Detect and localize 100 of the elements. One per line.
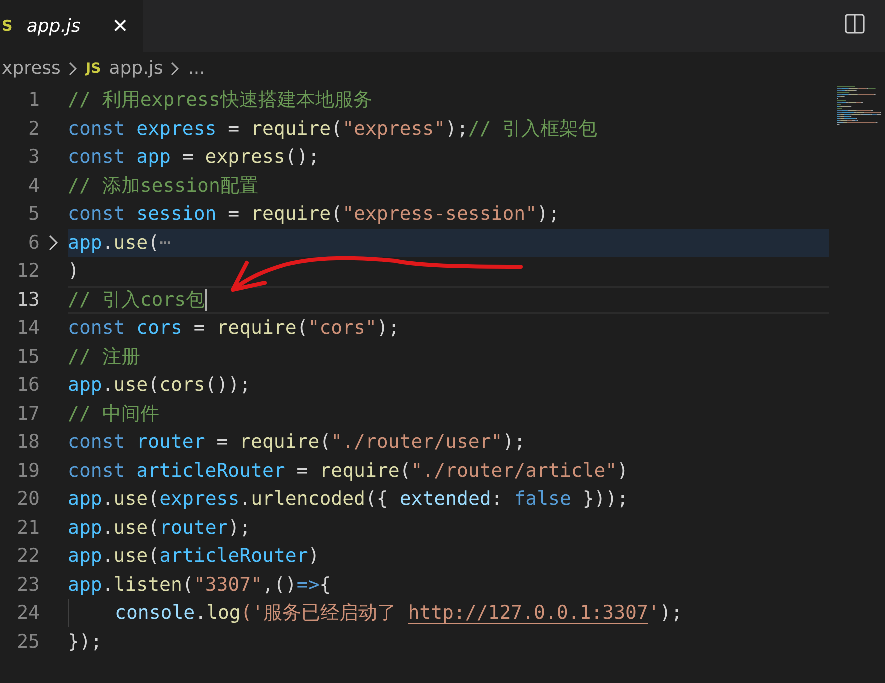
code-token: require <box>251 203 332 226</box>
code-token: const <box>68 203 126 226</box>
code-token: const <box>68 146 126 168</box>
code-token: ); <box>660 602 683 624</box>
code-token: ( <box>148 232 160 254</box>
code-token: ( <box>182 574 194 596</box>
code-token: use <box>114 232 148 254</box>
code-token: urlencoded <box>251 488 366 510</box>
code-token: ); <box>446 118 468 140</box>
code-token: ( <box>148 545 160 568</box>
chevron-icon <box>171 62 180 76</box>
line-number: 18 <box>16 431 40 454</box>
close-button[interactable]: ✕ <box>108 14 133 38</box>
code-token: session <box>136 203 217 226</box>
code-token: extended <box>400 488 492 510</box>
line-number: 1 <box>28 89 40 112</box>
code-token: : <box>491 488 504 510</box>
line-number: 17 <box>16 402 40 425</box>
code-token: . <box>102 488 114 510</box>
code-token: use <box>114 516 148 539</box>
code-token: = <box>216 431 230 454</box>
folded-ellipsis[interactable]: ⋯ <box>160 232 172 254</box>
line-number: 21 <box>16 516 40 539</box>
code-token: app <box>68 574 102 596</box>
code-token: use <box>114 488 148 510</box>
code-token: "express-session" <box>342 203 538 226</box>
code-token: articleRouter <box>136 460 286 482</box>
code-token: app <box>68 232 102 254</box>
breadcrumb-file[interactable]: app.js <box>109 58 164 79</box>
line-number: 15 <box>16 346 40 368</box>
line-number: 12 <box>16 260 40 282</box>
line-number: 20 <box>16 488 40 510</box>
code-token: . <box>240 488 252 510</box>
code-token: => <box>296 574 320 596</box>
chevron-icon <box>68 62 78 76</box>
code-token: "express" <box>342 118 446 140</box>
code-token: express <box>160 488 240 510</box>
code-token: require <box>216 317 297 340</box>
code-token: ( <box>400 460 412 482</box>
split-editor-icon[interactable] <box>845 14 865 34</box>
code-token: const <box>68 317 126 340</box>
code-token: . <box>102 374 114 396</box>
url-link[interactable]: http://127.0.0.1:3307 <box>408 602 648 624</box>
line-number: 3 <box>28 146 40 168</box>
code-token: console <box>115 602 196 624</box>
code-token: app <box>136 146 171 168</box>
breadcrumb-folder[interactable]: xpress <box>2 58 61 79</box>
code-token: // 注册 <box>68 344 140 370</box>
line-number: 13 <box>16 288 40 311</box>
code-token: ); <box>502 431 526 454</box>
line-number: 16 <box>16 374 40 396</box>
code-token: app <box>68 545 102 568</box>
code-token: { <box>320 574 332 596</box>
code-token: . <box>102 545 114 568</box>
code-token: ,() <box>262 574 297 596</box>
tab-label: app.js <box>26 16 82 36</box>
line-number: 25 <box>16 630 40 653</box>
code-token: require <box>251 118 332 140</box>
code-token: ()); <box>205 374 252 396</box>
code-token: require <box>320 460 400 482</box>
code-token: (); <box>285 146 320 168</box>
code-token: ( <box>148 374 160 396</box>
code-token: "cors" <box>308 317 377 340</box>
code-token: router <box>136 431 206 454</box>
code-token: . <box>102 516 114 539</box>
code-token: ); <box>537 203 560 226</box>
code-token: . <box>102 574 114 596</box>
code-token: ); <box>376 317 400 340</box>
code-token: ( <box>148 516 160 539</box>
code-token: app <box>68 374 102 396</box>
line-number: 24 <box>16 602 40 624</box>
code-token: false <box>514 488 572 510</box>
line-number: 4 <box>28 174 40 197</box>
code-token: const <box>68 431 126 454</box>
code-token: . <box>195 602 207 624</box>
code-token: articleRouter <box>160 545 308 568</box>
code-token: require <box>240 431 320 454</box>
code-token: ( <box>148 488 160 510</box>
code-token: ( <box>296 317 308 340</box>
text-cursor <box>205 288 208 311</box>
editor-tab[interactable]: S app.js ✕ <box>0 0 143 52</box>
line-number: 2 <box>28 118 40 140</box>
chevron-icon[interactable] <box>49 234 59 251</box>
code-token: cors <box>136 317 182 340</box>
code-token: use <box>114 545 148 568</box>
code-token: "3307" <box>194 574 263 596</box>
line-number: 23 <box>16 574 40 596</box>
code-token: = <box>192 317 206 340</box>
code-token: // 利用express快速搭建本地服务 <box>68 88 372 114</box>
code-token: use <box>114 374 148 396</box>
code-token: cors <box>160 374 206 396</box>
breadcrumb-more[interactable]: ... <box>188 58 206 79</box>
code-token: ' <box>648 602 660 624</box>
code-token: }); <box>68 630 102 653</box>
line-number: 6 <box>28 232 40 254</box>
code-token: "./router/article" <box>411 460 618 482</box>
code-token: ); <box>228 516 252 539</box>
code-token: ( <box>331 118 343 140</box>
code-token: router <box>160 516 228 539</box>
code-token: express <box>205 146 286 168</box>
